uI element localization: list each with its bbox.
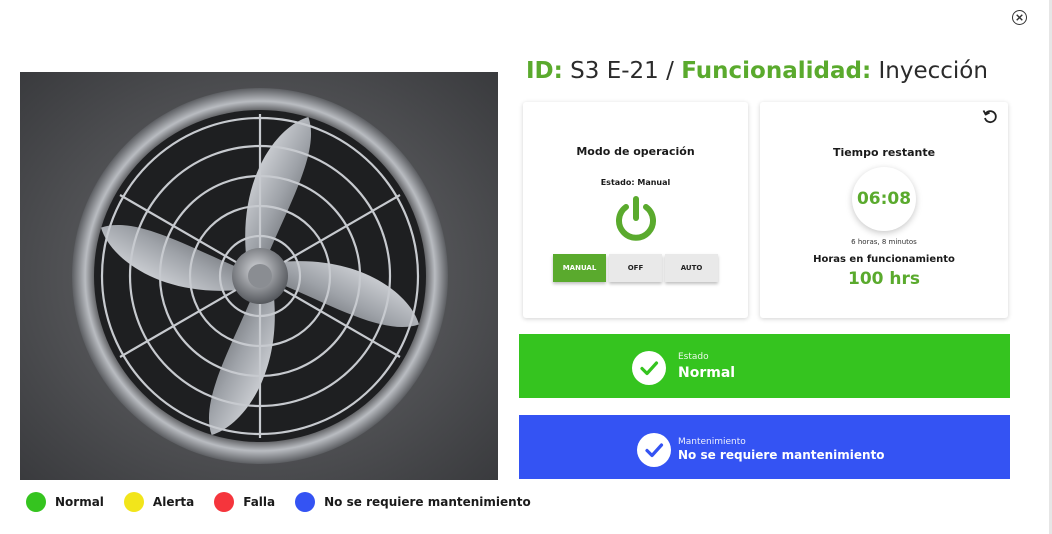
legend-item-normal: Normal xyxy=(26,492,104,512)
legend-label: Alerta xyxy=(152,495,195,509)
mode-buttons: MANUAL OFF AUTO xyxy=(553,254,721,282)
power-icon[interactable] xyxy=(613,196,659,244)
status-value: Normal xyxy=(678,365,736,381)
legend-item-falla: Falla xyxy=(214,492,275,512)
maintenance-banner: Mantenimiento No se requiere mantenimien… xyxy=(519,415,1010,479)
mode-manual-button[interactable]: MANUAL xyxy=(553,254,606,282)
legend-label: Normal xyxy=(55,495,104,509)
mode-off-button[interactable]: OFF xyxy=(609,254,662,282)
check-icon xyxy=(637,433,671,467)
close-icon xyxy=(1016,14,1023,21)
remaining-time-card: Tiempo restante 06:08 6 horas, 8 minutos… xyxy=(760,102,1008,318)
time-title: Tiempo restante xyxy=(832,146,936,159)
mode-state: Estado: Manual xyxy=(600,178,671,187)
time-value: 06:08 xyxy=(856,189,912,209)
legend-dot-normal xyxy=(26,492,46,512)
status-legend: Normal Alerta Falla No se requiere mante… xyxy=(26,492,551,512)
time-detail: 6 horas, 8 minutos xyxy=(851,238,917,246)
legend-dot-alerta xyxy=(123,492,144,512)
legend-item-no-mantenimiento: No se requiere mantenimiento xyxy=(295,492,531,512)
status-label: Estado xyxy=(678,352,709,362)
refresh-icon[interactable] xyxy=(982,108,998,124)
operation-mode-card: Modo de operación Estado: Manual MANUAL … xyxy=(523,102,748,318)
legend-dot-no-mantenimiento xyxy=(295,492,316,512)
functionality-value: Inyección xyxy=(878,58,988,84)
time-circle: 06:08 xyxy=(852,167,916,231)
hours-title: Horas en funcionamiento xyxy=(813,254,955,265)
mode-auto-button[interactable]: AUTO xyxy=(665,254,718,282)
functionality-label: Funcionalidad: xyxy=(681,58,872,84)
page-title: ID: S3 E-21 / Funcionalidad: Inyección xyxy=(526,58,988,84)
legend-label: No se requiere mantenimiento xyxy=(324,495,531,509)
id-value: S3 E-21 xyxy=(570,58,659,84)
maintenance-label: Mantenimiento xyxy=(678,437,746,447)
legend-label: Falla xyxy=(243,495,276,509)
mode-title: Modo de operación xyxy=(576,145,695,158)
legend-dot-falla xyxy=(214,492,235,512)
status-banner: Estado Normal xyxy=(519,334,1010,398)
fan-image xyxy=(20,72,498,480)
close-button[interactable] xyxy=(1012,10,1027,25)
hours-value: 100 hrs xyxy=(847,269,920,289)
legend-item-alerta: Alerta xyxy=(123,492,195,512)
id-label: ID: xyxy=(526,58,563,84)
title-separator: / xyxy=(666,58,674,84)
maintenance-value: No se requiere mantenimiento xyxy=(678,448,885,462)
check-icon xyxy=(632,351,666,385)
